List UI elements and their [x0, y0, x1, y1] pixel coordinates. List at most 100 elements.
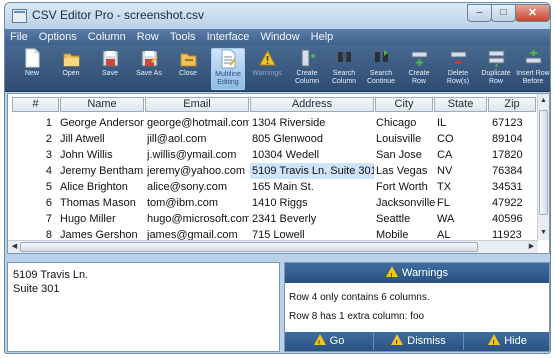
hide-button[interactable]: Hide: [463, 333, 550, 352]
cell-row-number[interactable]: 5: [12, 179, 52, 195]
column-header-row-number[interactable]: #: [12, 97, 59, 112]
cell-row-number[interactable]: 8: [12, 227, 52, 241]
cell-address[interactable]: 1410 Riggs: [252, 195, 374, 211]
cell-state[interactable]: NV: [437, 163, 487, 179]
cell-row-number[interactable]: 3: [12, 147, 52, 163]
cell-address[interactable]: 10304 Wedell: [252, 147, 374, 163]
table-row[interactable]: 1 George Anderson george@hotmail.com 130…: [8, 115, 538, 131]
close-window-button[interactable]: ✕: [515, 4, 550, 22]
cell-state[interactable]: TX: [437, 179, 487, 195]
cell-city[interactable]: San Jose: [376, 147, 433, 163]
cell-address-selected[interactable]: 5109 Travis Ln. Suite 301: [250, 163, 374, 179]
menu-row[interactable]: Row: [134, 29, 162, 45]
new-button[interactable]: New: [15, 48, 49, 90]
menu-window[interactable]: Window: [257, 29, 302, 45]
warning-message[interactable]: Row 4 only contains 6 columns.: [289, 292, 430, 303]
cell-city[interactable]: Las Vegas: [376, 163, 433, 179]
cell-row-number[interactable]: 7: [12, 211, 52, 227]
menu-tools[interactable]: Tools: [167, 29, 199, 45]
cell-zip[interactable]: 89104: [492, 131, 536, 147]
cell-row-number[interactable]: 6: [12, 195, 52, 211]
menu-options[interactable]: Options: [36, 29, 80, 45]
cell-state[interactable]: CO: [437, 131, 487, 147]
insert-row-before-button[interactable]: Insert Row Before: [516, 48, 550, 90]
close-file-button[interactable]: Close: [171, 48, 205, 90]
table-row[interactable]: 7 Hugo Miller hugo@microsoft.com 2341 Be…: [8, 211, 538, 227]
search-continue-button[interactable]: Search Continue: [364, 48, 398, 90]
cell-address[interactable]: 805 Glenwood: [252, 131, 374, 147]
maximize-button[interactable]: □: [491, 4, 516, 22]
save-button[interactable]: Save: [93, 48, 127, 90]
save-as-button[interactable]: Save As: [132, 48, 166, 90]
search-column-button[interactable]: Search Column: [327, 48, 361, 90]
table-row-selected[interactable]: 4 Jeremy Bentham jeremy@yahoo.com 5109 T…: [8, 163, 538, 179]
cell-email[interactable]: jill@aol.com: [147, 131, 249, 147]
title-bar[interactable]: CSV Editor Pro - screenshot.csv – □ ✕: [5, 3, 550, 29]
vertical-scrollbar[interactable]: ▲ ▼: [537, 94, 549, 240]
go-button[interactable]: Go: [285, 333, 373, 352]
cell-email[interactable]: george@hotmail.com: [147, 115, 249, 131]
table-row[interactable]: 5 Alice Brighton alice@sony.com 165 Main…: [8, 179, 538, 195]
cell-zip[interactable]: 34531: [492, 179, 536, 195]
cell-zip[interactable]: 67123: [492, 115, 536, 131]
cell-name[interactable]: Hugo Miller: [60, 211, 144, 227]
warnings-button[interactable]: Warnings: [250, 48, 284, 90]
column-header-state[interactable]: State: [434, 97, 487, 112]
horizontal-scroll-thumb[interactable]: [20, 242, 478, 252]
cell-zip[interactable]: 76384: [492, 163, 536, 179]
cell-name[interactable]: Thomas Mason: [60, 195, 144, 211]
cell-address[interactable]: 2341 Beverly: [252, 211, 374, 227]
cell-name[interactable]: Alice Brighton: [60, 179, 144, 195]
cell-state[interactable]: CA: [437, 147, 487, 163]
scroll-down-icon[interactable]: ▼: [538, 227, 549, 239]
cell-city[interactable]: Jacksonville: [376, 195, 436, 211]
cell-email[interactable]: tom@ibm.com: [147, 195, 249, 211]
open-button[interactable]: Open: [54, 48, 88, 90]
menu-column[interactable]: Column: [85, 29, 129, 45]
delete-rows-button[interactable]: Delete Row(s): [441, 48, 475, 90]
cell-zip[interactable]: 17820: [492, 147, 536, 163]
menu-file[interactable]: File: [7, 29, 31, 45]
cell-city[interactable]: Seattle: [376, 211, 433, 227]
create-row-button[interactable]: Create Row: [402, 48, 436, 90]
vertical-scroll-thumb[interactable]: [539, 110, 548, 215]
menu-help[interactable]: Help: [308, 29, 337, 45]
scroll-right-icon[interactable]: ▶: [526, 241, 537, 253]
scroll-left-icon[interactable]: ◀: [9, 241, 20, 253]
column-header-city[interactable]: City: [375, 97, 433, 112]
cell-name[interactable]: James Gershon: [60, 227, 144, 241]
menu-interface[interactable]: Interface: [204, 29, 253, 45]
cell-state[interactable]: AL: [437, 227, 487, 241]
cell-row-number[interactable]: 4: [12, 163, 52, 179]
cell-name[interactable]: George Anderson: [60, 115, 144, 131]
create-column-button[interactable]: Create Column: [290, 48, 324, 90]
multiline-editing-button[interactable]: Multiline Editing: [211, 48, 245, 90]
cell-state[interactable]: IL: [437, 115, 487, 131]
duplicate-row-button[interactable]: Duplicate Row: [479, 48, 513, 90]
cell-zip[interactable]: 47922: [492, 195, 536, 211]
column-header-name[interactable]: Name: [60, 97, 144, 112]
cell-address[interactable]: 165 Main St.: [252, 179, 374, 195]
cell-detail-editor[interactable]: 5109 Travis Ln. Suite 301: [7, 262, 280, 352]
cell-email[interactable]: j.willis@ymail.com: [147, 147, 249, 163]
horizontal-scrollbar[interactable]: ◀ ▶: [8, 240, 538, 253]
cell-name[interactable]: Jill Atwell: [60, 131, 144, 147]
cell-zip[interactable]: 40596: [492, 211, 536, 227]
cell-zip[interactable]: 11923: [492, 227, 536, 241]
cell-address[interactable]: 1304 Riverside: [252, 115, 374, 131]
table-row[interactable]: 8 James Gershon james@gmail.com 715 Lowe…: [8, 227, 538, 241]
dismiss-button[interactable]: Dismiss: [373, 333, 463, 352]
table-row[interactable]: 2 Jill Atwell jill@aol.com 805 Glenwood …: [8, 131, 538, 147]
table-row[interactable]: 3 John Willis j.willis@ymail.com 10304 W…: [8, 147, 538, 163]
table-row[interactable]: 6 Thomas Mason tom@ibm.com 1410 Riggs Ja…: [8, 195, 538, 211]
cell-address[interactable]: 715 Lowell: [252, 227, 374, 241]
cell-email[interactable]: james@gmail.com: [147, 227, 249, 241]
cell-name[interactable]: Jeremy Bentham: [60, 163, 144, 179]
scroll-up-icon[interactable]: ▲: [538, 95, 549, 107]
cell-email[interactable]: jeremy@yahoo.com: [147, 163, 249, 179]
cell-row-number[interactable]: 2: [12, 131, 52, 147]
cell-email[interactable]: alice@sony.com: [147, 179, 249, 195]
cell-city[interactable]: Chicago: [376, 115, 433, 131]
cell-email[interactable]: hugo@microsoft.com: [147, 211, 249, 227]
cell-name[interactable]: John Willis: [60, 147, 144, 163]
